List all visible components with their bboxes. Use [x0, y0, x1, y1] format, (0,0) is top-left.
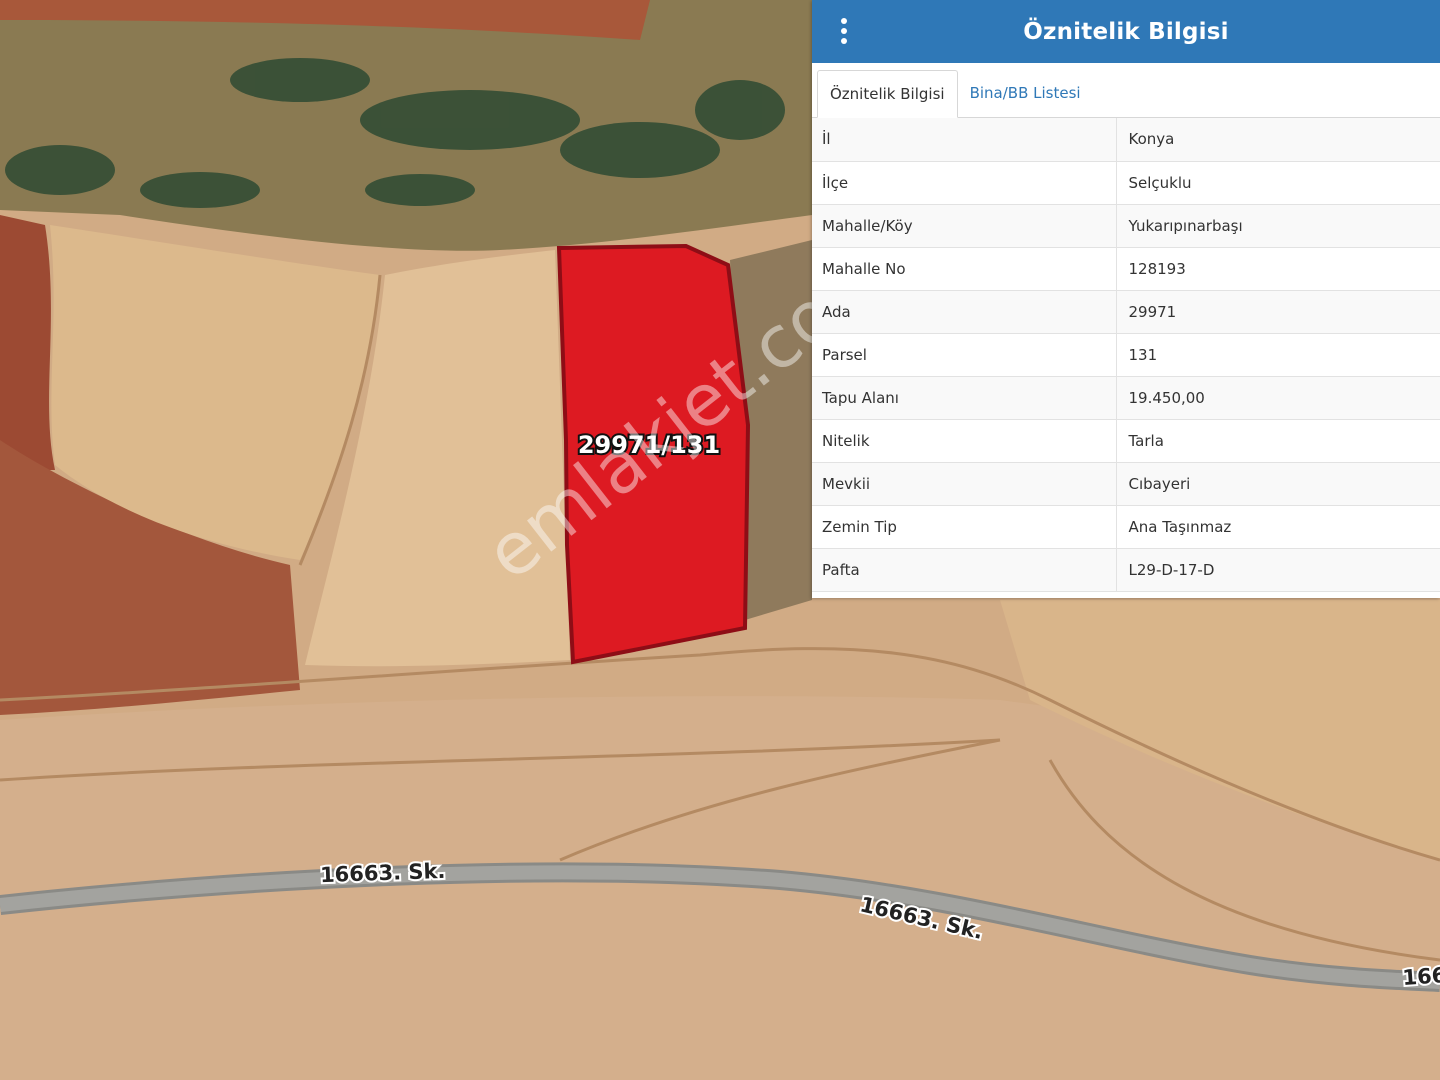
- table-row: Pafta L29-D-17-D: [812, 548, 1440, 592]
- attribute-key: İlçe: [812, 161, 1117, 205]
- attribute-key: Mahalle/Köy: [812, 204, 1117, 248]
- attribute-value: Yukarıpınarbaşı: [1116, 204, 1440, 248]
- table-row: Tapu Alanı 19.450,00: [812, 376, 1440, 420]
- panel-header: Öznitelik Bilgisi: [812, 0, 1440, 63]
- attribute-value: Tarla: [1116, 419, 1440, 463]
- table-row: Mevkii Cıbayeri: [812, 462, 1440, 506]
- attribute-value: 19.450,00: [1116, 376, 1440, 420]
- attribute-key: Nitelik: [812, 419, 1117, 463]
- attribute-key: Parsel: [812, 333, 1117, 377]
- vertical-ellipsis-icon[interactable]: [834, 14, 854, 48]
- tab-bar: Öznitelik Bilgisi Bina/BB Listesi: [812, 63, 1440, 118]
- attribute-value: 131: [1116, 333, 1440, 377]
- left-red-field: [0, 215, 55, 470]
- table-row: Zemin Tip Ana Taşınmaz: [812, 505, 1440, 549]
- table-row: İl Konya: [812, 118, 1440, 162]
- attribute-value: L29-D-17-D: [1116, 548, 1440, 592]
- attribute-table: İl Konya İlçe Selçuklu Mahalle/Köy Yukarıpına…: [812, 118, 1440, 592]
- table-row: Nitelik Tarla: [812, 419, 1440, 463]
- attribute-key: Ada: [812, 290, 1117, 334]
- road-label-3: 166: [1402, 963, 1440, 990]
- tab-building-list[interactable]: Bina/BB Listesi: [958, 69, 1093, 117]
- attribute-key: Pafta: [812, 548, 1117, 592]
- attribute-value: 29971: [1116, 290, 1440, 334]
- attribute-value: Ana Taşınmaz: [1116, 505, 1440, 549]
- panel-title: Öznitelik Bilgisi: [1023, 18, 1229, 45]
- table-row: Ada 29971: [812, 290, 1440, 334]
- table-row: İlçe Selçuklu: [812, 161, 1440, 205]
- table-row: Parsel 131: [812, 333, 1440, 377]
- attribute-value: 128193: [1116, 247, 1440, 291]
- table-row: Mahalle No 128193: [812, 247, 1440, 291]
- attribute-panel: Öznitelik Bilgisi Öznitelik Bilgisi Bina…: [812, 0, 1440, 598]
- attribute-value: Konya: [1116, 118, 1440, 162]
- attribute-value: Selçuklu: [1116, 161, 1440, 205]
- attribute-key: Zemin Tip: [812, 505, 1117, 549]
- attribute-key: Mahalle No: [812, 247, 1117, 291]
- attribute-value: Cıbayeri: [1116, 462, 1440, 506]
- attribute-key: Mevkii: [812, 462, 1117, 506]
- attribute-key: Tapu Alanı: [812, 376, 1117, 420]
- tab-attribute-info[interactable]: Öznitelik Bilgisi: [817, 70, 958, 118]
- table-row: Mahalle/Köy Yukarıpınarbaşı: [812, 204, 1440, 248]
- attribute-key: İl: [812, 118, 1117, 162]
- road-label-1: 16663. Sk.: [320, 859, 446, 887]
- parcel-label: 29971/131: [578, 431, 720, 459]
